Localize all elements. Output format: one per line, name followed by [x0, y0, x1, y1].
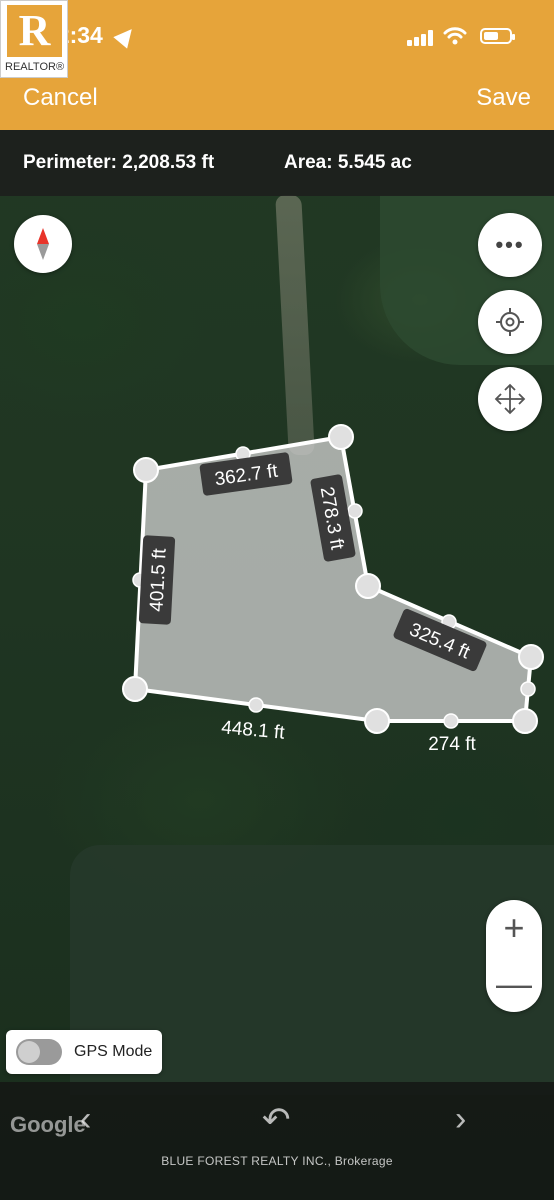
brokerage-text: BLUE FOREST REALTY INC., Brokerage — [161, 1154, 393, 1168]
gps-mode-card: GPS Mode — [6, 1030, 162, 1074]
locate-button[interactable] — [478, 290, 542, 354]
midpoint-handle[interactable] — [443, 713, 459, 729]
compass-icon — [37, 228, 49, 260]
google-watermark: Google — [10, 1112, 86, 1137]
crosshair-icon — [496, 308, 524, 336]
move-button[interactable] — [478, 367, 542, 431]
previous-button[interactable]: ‹ — [80, 1100, 91, 1139]
svg-text:401.5 ft: 401.5 ft — [146, 547, 170, 612]
svg-text:274 ft: 274 ft — [428, 734, 476, 755]
vertex-handle[interactable] — [355, 573, 381, 599]
vertex-handle[interactable] — [328, 424, 354, 450]
measurement-info-bar: Perimeter: 2,208.53 ft Area: 5.545 ac — [0, 130, 554, 196]
gps-mode-toggle[interactable] — [16, 1039, 62, 1065]
svg-text:448.1 ft: 448.1 ft — [220, 717, 286, 744]
area-readout: Area: 5.545 ac — [284, 152, 412, 173]
edge-label: 448.1 ft — [220, 717, 286, 744]
midpoint-handle[interactable] — [347, 503, 363, 519]
realtor-logo: R REALTOR® — [0, 0, 68, 78]
edge-label: 401.5 ft — [138, 535, 176, 625]
zoom-in-button[interactable]: + — [486, 900, 542, 956]
midpoint-handle[interactable] — [248, 697, 264, 713]
move-arrows-icon — [494, 383, 526, 415]
vertex-handle[interactable] — [133, 457, 159, 483]
zoom-out-button[interactable]: — — [486, 956, 542, 1012]
top-bar: 12:34 R REALTOR® Cancel Save — [0, 0, 554, 130]
vertex-handle[interactable] — [518, 644, 544, 670]
cellular-signal-icon — [407, 30, 433, 46]
more-options-button[interactable]: ••• — [478, 213, 542, 277]
save-button[interactable]: Save — [476, 84, 531, 112]
perimeter-readout: Perimeter: 2,208.53 ft — [23, 152, 215, 173]
compass-button[interactable] — [14, 215, 72, 273]
next-button[interactable]: › — [455, 1100, 466, 1139]
vertex-handle[interactable] — [364, 708, 390, 734]
battery-icon — [480, 28, 515, 44]
more-icon: ••• — [495, 232, 525, 257]
wifi-icon — [443, 26, 467, 52]
gps-mode-label: GPS Mode — [74, 1043, 153, 1060]
edge-label: 274 ft — [428, 734, 476, 755]
undo-button[interactable]: ↶ — [262, 1100, 291, 1140]
location-arrow-icon — [113, 23, 139, 49]
vertex-handle[interactable] — [512, 708, 538, 734]
cancel-button[interactable]: Cancel — [23, 84, 98, 112]
midpoint-handle[interactable] — [520, 681, 536, 697]
zoom-control: + — — [486, 900, 542, 1012]
bottom-toolbar: Google ‹ ↶ › BLUE FOREST REALTY INC., Br… — [0, 1082, 554, 1200]
vertex-handle[interactable] — [122, 676, 148, 702]
